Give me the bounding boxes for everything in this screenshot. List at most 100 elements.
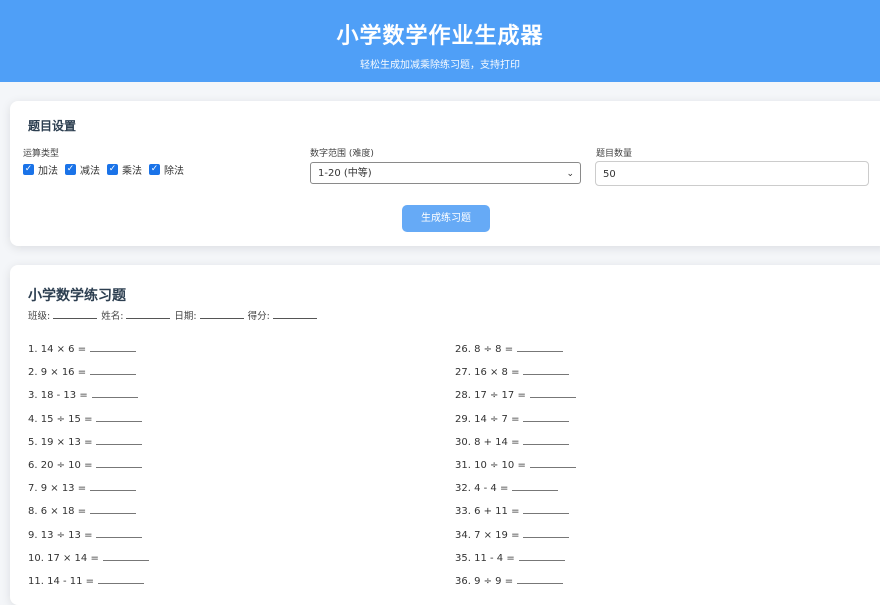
problem-text: 4. 15 ÷ 15 = bbox=[28, 413, 93, 425]
checkmark-icon[interactable]: ✓ bbox=[107, 164, 118, 175]
problem-item: 34. 7 × 19 = bbox=[455, 527, 570, 541]
checkmark-icon[interactable]: ✓ bbox=[65, 164, 76, 175]
problem-row: 11. 14 - 11 = 36. 9 ÷ 9 = bbox=[28, 573, 880, 596]
checkbox-label: 减法 bbox=[80, 166, 100, 177]
problem-item: 6. 20 ÷ 10 = bbox=[28, 457, 143, 471]
answer-line bbox=[96, 411, 143, 422]
problem-item: 10. 17 × 14 = bbox=[28, 550, 149, 564]
problem-item: 4. 15 ÷ 15 = bbox=[28, 411, 143, 425]
problem-row: 3. 18 - 13 = 28. 17 ÷ 17 = bbox=[28, 387, 880, 410]
problem-item: 8. 6 × 18 = bbox=[28, 503, 137, 518]
checkbox-division[interactable]: ✓ 除法 bbox=[149, 162, 184, 177]
problem-item: 5. 19 × 13 = bbox=[28, 434, 143, 448]
checkmark-icon[interactable]: ✓ bbox=[23, 164, 34, 175]
answer-line bbox=[96, 434, 143, 445]
problem-text: 27. 16 × 8 = bbox=[455, 367, 520, 379]
problem-row: 10. 17 × 14 = 35. 11 - 4 = bbox=[28, 550, 880, 573]
operation-type-label: 运算类型 bbox=[23, 149, 60, 159]
problem-item: 36. 9 ÷ 9 = bbox=[455, 573, 564, 587]
problem-item: 31. 10 ÷ 10 = bbox=[455, 457, 576, 471]
problem-row: 4. 15 ÷ 15 = 29. 14 ÷ 7 = bbox=[28, 411, 880, 434]
checkbox-label: 加法 bbox=[38, 166, 58, 177]
answer-line bbox=[518, 550, 565, 561]
problem-text: 8. 6 × 18 = bbox=[28, 506, 87, 518]
blank-line bbox=[272, 309, 317, 319]
page-subtitle: 轻松生成加减乘除练习题，支持打印 bbox=[360, 60, 520, 71]
problem-text: 3. 18 - 13 = bbox=[28, 390, 88, 402]
checkbox-multiplication[interactable]: ✓ 乘法 bbox=[107, 162, 142, 177]
name-label: 姓名: bbox=[101, 311, 124, 322]
name-field: 姓名: bbox=[101, 308, 171, 322]
problem-item: 32. 4 - 4 = bbox=[455, 480, 559, 495]
checkbox-addition[interactable]: ✓ 加法 bbox=[23, 162, 58, 177]
checkbox-label: 乘法 bbox=[122, 166, 142, 177]
worksheet-title: 小学数学练习题 bbox=[28, 288, 126, 304]
worksheet-card: 小学数学练习题 班级: 姓名: 日期: 得分: 1. 14 × 6 = 26. … bbox=[10, 265, 880, 605]
page-title: 小学数学作业生成器 bbox=[336, 24, 544, 49]
problem-row: 6. 20 ÷ 10 = 31. 10 ÷ 10 = bbox=[28, 457, 880, 480]
problem-row: 8. 6 × 18 = 33. 6 + 11 = bbox=[28, 503, 880, 526]
answer-line bbox=[529, 387, 576, 399]
problem-item: 2. 9 × 16 = bbox=[28, 364, 137, 378]
class-label: 班级: bbox=[28, 311, 51, 322]
answer-line bbox=[96, 527, 143, 538]
problem-text: 35. 11 - 4 = bbox=[455, 552, 515, 564]
problem-text: 11. 14 - 11 = bbox=[28, 575, 95, 587]
problem-text: 33. 6 + 11 = bbox=[455, 506, 520, 518]
problem-item: 28. 17 ÷ 17 = bbox=[455, 387, 576, 401]
question-count-input[interactable]: 50 bbox=[595, 161, 869, 186]
answer-line bbox=[517, 341, 564, 352]
class-field: 班级: bbox=[28, 308, 98, 322]
problem-text: 30. 8 + 14 = bbox=[455, 436, 520, 448]
problem-item: 33. 6 + 11 = bbox=[455, 503, 570, 518]
range-select-value: 1-20 (中等) bbox=[318, 168, 372, 179]
operation-checkboxes: ✓ 加法 ✓ 减法 ✓ 乘法 ✓ 除法 bbox=[23, 162, 191, 177]
answer-line bbox=[517, 573, 564, 584]
date-field: 日期: bbox=[174, 308, 244, 322]
blank-line bbox=[126, 309, 171, 319]
answer-line bbox=[98, 573, 145, 584]
problem-row: 5. 19 × 13 = 30. 8 + 14 = bbox=[28, 434, 880, 457]
problem-item: 30. 8 + 14 = bbox=[455, 434, 570, 448]
checkbox-label: 除法 bbox=[164, 166, 184, 177]
range-select[interactable]: 1-20 (中等) ⌄ bbox=[310, 162, 581, 184]
answer-line bbox=[523, 503, 570, 515]
generate-button[interactable]: 生成练习题 bbox=[402, 205, 490, 232]
answer-line bbox=[523, 527, 570, 538]
range-label: 数字范围 (难度) bbox=[310, 149, 374, 159]
problem-item: 1. 14 × 6 = bbox=[28, 341, 137, 355]
problem-text: 7. 9 × 13 = bbox=[28, 483, 87, 495]
problem-list: 1. 14 × 6 = 26. 8 ÷ 8 = 2. 9 × 16 = 27. … bbox=[28, 341, 880, 596]
answer-line bbox=[90, 503, 137, 515]
problem-text: 36. 9 ÷ 9 = bbox=[455, 575, 514, 587]
problem-text: 26. 8 ÷ 8 = bbox=[455, 344, 514, 355]
answer-line bbox=[96, 457, 143, 468]
problem-text: 6. 20 ÷ 10 = bbox=[28, 459, 93, 471]
problem-text: 10. 17 × 14 = bbox=[28, 552, 99, 564]
answer-line bbox=[90, 480, 137, 492]
blank-line bbox=[53, 309, 98, 319]
problem-text: 32. 4 - 4 = bbox=[455, 483, 509, 495]
count-label: 题目数量 bbox=[596, 149, 633, 159]
checkmark-icon[interactable]: ✓ bbox=[149, 164, 160, 175]
answer-line bbox=[102, 550, 149, 561]
problem-item: 26. 8 ÷ 8 = bbox=[455, 341, 564, 355]
score-label: 得分: bbox=[247, 311, 270, 322]
blank-line bbox=[199, 309, 244, 319]
checkbox-subtraction[interactable]: ✓ 减法 bbox=[65, 162, 100, 177]
app-header: 小学数学作业生成器 轻松生成加减乘除练习题，支持打印 bbox=[0, 0, 880, 82]
problem-item: 9. 13 ÷ 13 = bbox=[28, 527, 143, 541]
answer-line bbox=[91, 387, 138, 399]
chevron-down-icon: ⌄ bbox=[566, 169, 574, 179]
settings-title: 题目设置 bbox=[28, 119, 77, 133]
problem-item: 3. 18 - 13 = bbox=[28, 387, 138, 401]
answer-line bbox=[523, 411, 570, 422]
problem-row: 9. 13 ÷ 13 = 34. 7 × 19 = bbox=[28, 527, 880, 550]
problem-text: 28. 17 ÷ 17 = bbox=[455, 390, 526, 402]
settings-card: 题目设置 运算类型 ✓ 加法 ✓ 减法 ✓ 乘法 ✓ 除法 数字范围 (难度) … bbox=[10, 101, 880, 246]
problem-item: 7. 9 × 13 = bbox=[28, 480, 137, 495]
problem-item: 27. 16 × 8 = bbox=[455, 364, 570, 379]
problem-row: 1. 14 × 6 = 26. 8 ÷ 8 = bbox=[28, 341, 880, 364]
question-count-value: 50 bbox=[603, 169, 616, 180]
answer-line bbox=[529, 457, 576, 468]
